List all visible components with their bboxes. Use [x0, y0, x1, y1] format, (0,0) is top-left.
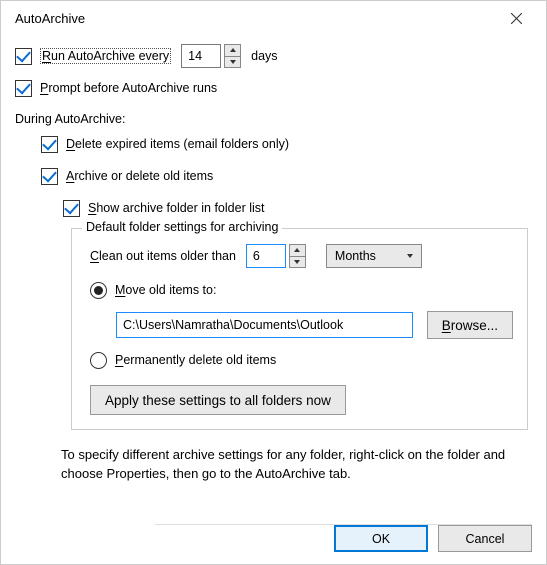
close-button[interactable] — [494, 4, 538, 34]
chevron-up-icon — [230, 48, 236, 52]
clean-value-input[interactable] — [246, 244, 286, 268]
perm-row: Permanently delete old items — [90, 347, 513, 373]
run-days-input[interactable] — [181, 44, 221, 68]
default-settings-legend: Default folder settings for archiving — [82, 220, 282, 234]
move-radio[interactable] — [90, 282, 107, 299]
clean-unit-select[interactable]: Months — [326, 244, 422, 268]
move-row: Move old items to: — [90, 277, 513, 303]
perm-label[interactable]: Permanently delete old items — [115, 353, 276, 367]
during-label: During AutoArchive: — [15, 108, 532, 132]
path-row: Browse... — [90, 311, 513, 339]
archive-old-row: Archive or delete old items — [15, 164, 532, 188]
clean-spinner — [289, 244, 306, 268]
chevron-down-icon — [407, 254, 413, 258]
archive-old-label[interactable]: Archive or delete old items — [66, 169, 213, 183]
button-bar: OK Cancel — [15, 525, 532, 552]
run-autoarchive-checkbox[interactable] — [15, 48, 32, 65]
clean-unit-value: Months — [335, 249, 376, 263]
run-days-unit: days — [251, 49, 277, 63]
titlebar: AutoArchive — [1, 1, 546, 36]
archive-path-input[interactable] — [116, 312, 413, 338]
run-days-up[interactable] — [224, 44, 241, 56]
show-folder-row: Show archive folder in folder list — [15, 196, 532, 220]
run-autoarchive-label[interactable]: Run AutoArchive every — [40, 49, 171, 63]
chevron-down-icon — [294, 260, 300, 264]
window-title: AutoArchive — [15, 11, 494, 26]
delete-expired-label[interactable]: Delete expired items (email folders only… — [66, 137, 289, 151]
move-label[interactable]: Move old items to: — [115, 283, 216, 297]
cancel-button[interactable]: Cancel — [438, 525, 532, 552]
ok-button[interactable]: OK — [334, 525, 428, 552]
chevron-up-icon — [294, 248, 300, 252]
run-days-down[interactable] — [224, 56, 241, 69]
browse-button[interactable]: Browse... — [427, 311, 513, 339]
archive-old-checkbox[interactable] — [41, 168, 58, 185]
prompt-label[interactable]: Prompt before AutoArchive runs — [40, 81, 217, 95]
apply-all-button[interactable]: Apply these settings to all folders now — [90, 385, 346, 415]
clean-down[interactable] — [289, 256, 306, 269]
delete-expired-row: Delete expired items (email folders only… — [15, 132, 532, 156]
chevron-down-icon — [230, 60, 236, 64]
default-settings-group: Default folder settings for archiving Cl… — [71, 228, 528, 430]
close-icon — [511, 13, 522, 24]
run-autoarchive-row: Run AutoArchive every days — [15, 44, 532, 68]
autoarchive-dialog: AutoArchive Run AutoArchive every days P… — [0, 0, 547, 565]
dialog-content: Run AutoArchive every days Prompt before… — [1, 36, 546, 484]
hint-text: To specify different archive settings fo… — [61, 446, 528, 484]
perm-radio[interactable] — [90, 352, 107, 369]
clean-label[interactable]: Clean out items older than — [90, 249, 236, 263]
run-days-spinner — [224, 44, 241, 68]
prompt-checkbox[interactable] — [15, 80, 32, 97]
show-folder-checkbox[interactable] — [63, 200, 80, 217]
prompt-row: Prompt before AutoArchive runs — [15, 76, 532, 100]
show-folder-label[interactable]: Show archive folder in folder list — [88, 201, 264, 215]
clean-up[interactable] — [289, 244, 306, 256]
clean-row: Clean out items older than Months — [90, 243, 513, 269]
delete-expired-checkbox[interactable] — [41, 136, 58, 153]
